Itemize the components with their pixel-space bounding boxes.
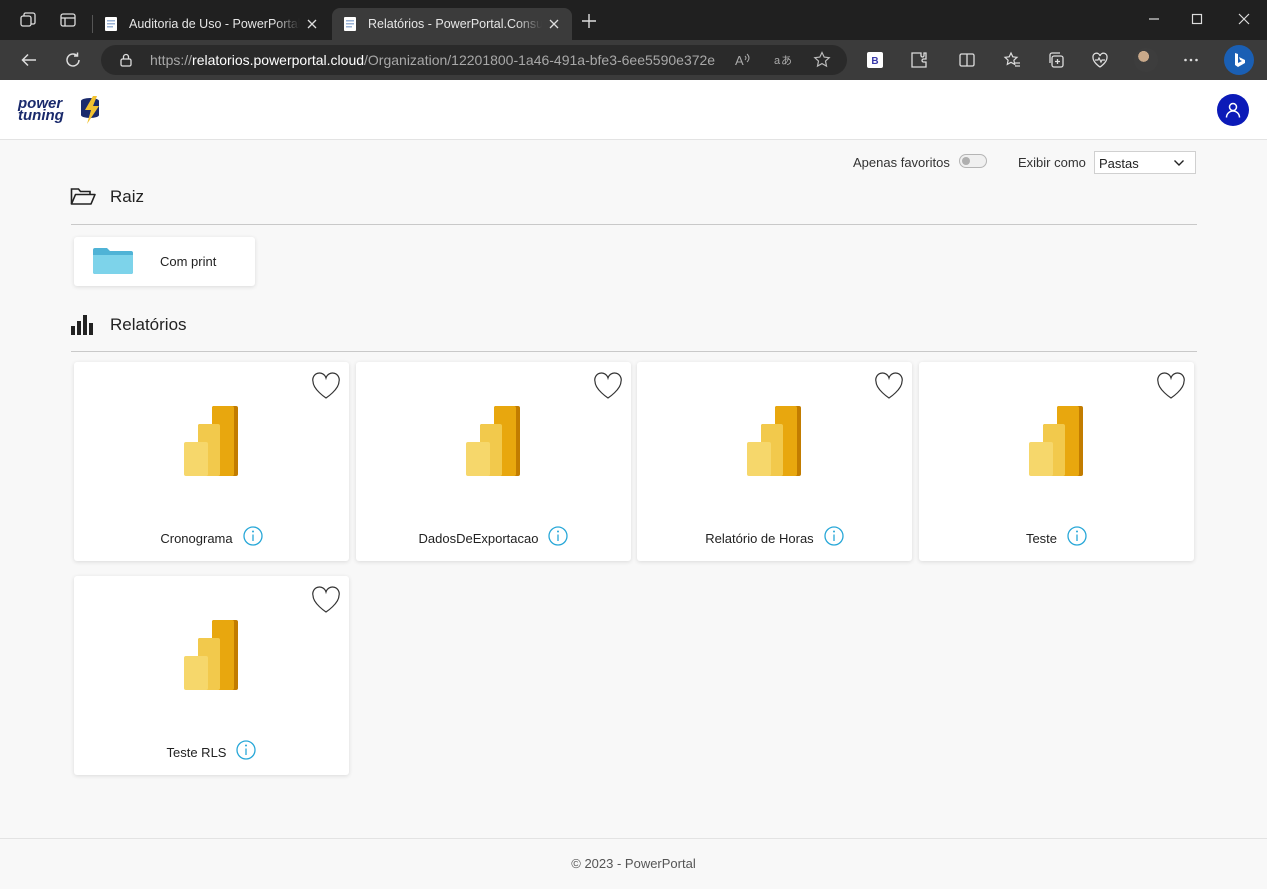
address-bar[interactable]: https://relatorios.powerportal.cloud/Org… bbox=[101, 45, 847, 75]
more-menu-icon[interactable] bbox=[1180, 49, 1202, 71]
heart-icon[interactable] bbox=[593, 372, 623, 400]
info-icon[interactable] bbox=[236, 740, 257, 760]
heart-icon[interactable] bbox=[311, 372, 341, 400]
power-bi-icon bbox=[466, 406, 520, 476]
favorites-only-label: Apenas favoritos bbox=[853, 155, 950, 170]
power-bi-icon bbox=[747, 406, 801, 476]
report-caption: Cronograma bbox=[74, 526, 349, 546]
url-host: relatorios.powerportal.cloud bbox=[192, 52, 365, 68]
power-bi-icon bbox=[184, 620, 238, 690]
info-icon[interactable] bbox=[548, 526, 569, 546]
refresh-icon[interactable] bbox=[62, 49, 84, 71]
report-caption: Teste RLS bbox=[74, 740, 349, 760]
power-tuning-logo[interactable]: power tuning bbox=[17, 94, 102, 126]
toggle-knob bbox=[962, 157, 970, 165]
reports-section-header: Relatórios bbox=[70, 314, 187, 336]
extension-b-icon[interactable]: B bbox=[864, 49, 886, 71]
heart-icon[interactable] bbox=[1156, 372, 1186, 400]
maximize-icon[interactable] bbox=[1186, 8, 1208, 30]
new-tab-icon[interactable] bbox=[578, 10, 600, 32]
bing-copilot-icon[interactable] bbox=[1224, 45, 1254, 75]
app-header: power tuning bbox=[0, 80, 1267, 140]
heart-icon[interactable] bbox=[874, 372, 904, 400]
folder-card[interactable]: Com print bbox=[74, 237, 255, 286]
section-divider bbox=[71, 224, 1197, 225]
svg-text:a: a bbox=[774, 55, 781, 67]
svg-text:A: A bbox=[735, 53, 744, 68]
info-icon[interactable] bbox=[1067, 526, 1087, 546]
read-aloud-icon[interactable]: A bbox=[732, 50, 752, 70]
section-divider bbox=[71, 351, 1197, 352]
report-card[interactable]: DadosDeExportacao bbox=[356, 362, 631, 561]
url-text[interactable]: https://relatorios.powerportal.cloud/Org… bbox=[150, 52, 720, 68]
report-caption: Teste bbox=[919, 526, 1194, 546]
info-icon[interactable] bbox=[824, 526, 844, 546]
translate-icon[interactable]: aあ bbox=[772, 50, 792, 70]
split-screen-icon[interactable] bbox=[956, 49, 978, 71]
collections-icon[interactable] bbox=[1045, 49, 1067, 71]
info-icon[interactable] bbox=[242, 526, 263, 546]
folders-section-title: Raiz bbox=[110, 187, 145, 206]
bar-chart-icon bbox=[71, 315, 93, 335]
view-as-select[interactable]: Pastas bbox=[1094, 151, 1196, 174]
url-prefix: https:// bbox=[150, 52, 193, 68]
report-card[interactable]: Cronograma bbox=[74, 362, 349, 561]
footer-divider bbox=[0, 838, 1267, 839]
report-name: Teste RLS bbox=[166, 744, 227, 760]
page-icon bbox=[103, 16, 119, 32]
chevron-down-icon bbox=[1174, 160, 1184, 166]
url-path: /Organization/12201800-1a46-491a-bfe3-6e… bbox=[364, 52, 716, 68]
minimize-icon[interactable] bbox=[1143, 8, 1165, 30]
report-name: DadosDeExportacao bbox=[418, 530, 539, 546]
report-caption: DadosDeExportacao bbox=[356, 526, 631, 546]
back-icon[interactable] bbox=[18, 49, 40, 71]
report-name: Cronograma bbox=[160, 530, 233, 546]
reports-section-title: Relatórios bbox=[110, 315, 187, 334]
report-name: Teste bbox=[1025, 530, 1058, 546]
browser-essentials-icon[interactable] bbox=[1089, 49, 1111, 71]
folder-label: Com print bbox=[160, 254, 217, 269]
power-bi-icon bbox=[1029, 406, 1083, 476]
close-tab-icon[interactable] bbox=[304, 16, 320, 32]
folder-icon bbox=[93, 248, 133, 274]
svg-text:あ: あ bbox=[781, 54, 791, 67]
view-as-value: Pastas bbox=[1099, 156, 1139, 171]
close-window-icon[interactable] bbox=[1233, 8, 1255, 30]
extensions-icon[interactable] bbox=[908, 49, 930, 71]
tab-relatorios[interactable]: Relatórios - PowerPortal.Consum bbox=[332, 8, 572, 40]
report-caption: Relatório de Horas bbox=[637, 526, 912, 546]
folders-section-header: Raiz bbox=[70, 186, 144, 208]
favorites-icon[interactable] bbox=[1001, 49, 1023, 71]
tab-auditoria[interactable]: Auditoria de Uso - PowerPortal.M bbox=[93, 8, 330, 40]
page-icon bbox=[342, 16, 358, 32]
tab-actions-icon[interactable] bbox=[58, 10, 78, 30]
power-bi-icon bbox=[184, 406, 238, 476]
report-card[interactable]: Teste RLS bbox=[74, 576, 349, 775]
view-as-label: Exibir como bbox=[1018, 155, 1086, 170]
heart-icon[interactable] bbox=[311, 586, 341, 614]
report-name: Relatório de Horas bbox=[705, 530, 814, 546]
lock-icon[interactable] bbox=[119, 53, 133, 67]
logo-text-bottom: tuning bbox=[18, 107, 64, 124]
tab-title: Auditoria de Uso - PowerPortal.M bbox=[129, 17, 300, 31]
report-card[interactable]: Teste bbox=[919, 362, 1194, 561]
browser-profile-avatar[interactable] bbox=[1134, 48, 1158, 72]
footer-copyright: © 2023 - PowerPortal bbox=[571, 856, 696, 871]
extension-badge: B bbox=[871, 56, 878, 67]
star-icon[interactable] bbox=[812, 50, 832, 70]
tab-title: Relatórios - PowerPortal.Consum bbox=[368, 17, 542, 31]
browser-tab-bar: Auditoria de Uso - PowerPortal.M Relatór… bbox=[0, 0, 1267, 40]
close-tab-icon[interactable] bbox=[546, 16, 562, 32]
favorites-only-toggle[interactable] bbox=[959, 154, 987, 168]
workspaces-icon[interactable] bbox=[18, 10, 38, 30]
open-folder-icon bbox=[70, 188, 96, 205]
user-account-icon[interactable] bbox=[1217, 94, 1249, 126]
report-card[interactable]: Relatório de Horas bbox=[637, 362, 912, 561]
